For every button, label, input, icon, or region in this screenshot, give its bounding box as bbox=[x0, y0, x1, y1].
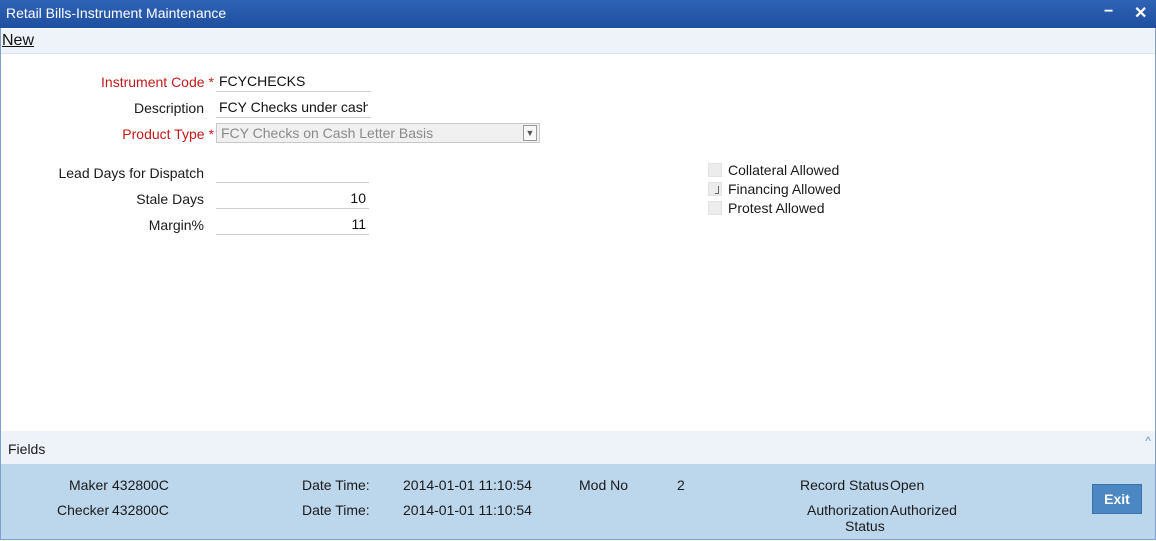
protest-allowed-label: Protest Allowed bbox=[728, 200, 825, 216]
mod-no-label: Mod No bbox=[579, 477, 629, 493]
maker-value: 432800C bbox=[112, 477, 169, 493]
exit-button[interactable]: Exit bbox=[1092, 484, 1142, 514]
financing-allowed-label: Financing Allowed bbox=[728, 181, 841, 197]
chevron-up-icon[interactable]: ^ bbox=[1145, 434, 1151, 448]
menu-bar: New bbox=[1, 29, 1155, 54]
lead-days-input[interactable] bbox=[216, 161, 369, 183]
product-type-label-text: Product Type bbox=[122, 126, 205, 142]
new-link[interactable]: New bbox=[2, 32, 34, 50]
window-title: Retail Bills-Instrument Maintenance bbox=[6, 5, 227, 21]
lead-days-label: Lead Days for Dispatch bbox=[58, 165, 204, 181]
product-type-select[interactable]: FCY Checks on Cash Letter Basis ▼ bbox=[216, 123, 540, 143]
required-star: * bbox=[208, 74, 214, 90]
collateral-allowed-checkbox[interactable] bbox=[708, 163, 722, 177]
checker-datetime-value: 2014-01-01 11:10:54 bbox=[403, 502, 532, 518]
checker-datetime-label: Date Time: bbox=[302, 502, 370, 518]
audit-panel: Maker 432800C Checker 432800C Date Time:… bbox=[1, 464, 1155, 539]
checker-label: Checker bbox=[57, 502, 110, 518]
instrument-code-label: Instrument Code * bbox=[60, 74, 214, 90]
financing-allowed-checkbox[interactable] bbox=[708, 182, 722, 196]
maker-datetime-value: 2014-01-01 11:10:54 bbox=[403, 477, 532, 493]
checker-value: 432800C bbox=[112, 502, 169, 518]
margin-input[interactable] bbox=[216, 213, 369, 235]
record-status-value: Open bbox=[890, 477, 925, 493]
protest-allowed-checkbox[interactable] bbox=[708, 201, 722, 215]
product-type-value: FCY Checks on Cash Letter Basis bbox=[221, 125, 434, 141]
close-icon[interactable]: ✕ bbox=[1134, 3, 1147, 23]
minimize-icon[interactable]: − bbox=[1104, 3, 1113, 21]
maker-label: Maker bbox=[69, 477, 108, 493]
description-input[interactable] bbox=[216, 96, 371, 118]
collateral-allowed-label: Collateral Allowed bbox=[728, 162, 840, 178]
mod-no-value: 2 bbox=[677, 477, 685, 493]
stale-days-label: Stale Days bbox=[136, 191, 204, 207]
product-type-label: Product Type * bbox=[60, 126, 214, 142]
description-label: Description bbox=[133, 100, 204, 116]
stale-days-input[interactable] bbox=[216, 187, 369, 209]
authorization-status-label-2: Status bbox=[845, 518, 885, 534]
record-status-label: Record Status bbox=[800, 477, 889, 493]
instrument-code-label-text: Instrument Code bbox=[101, 74, 205, 90]
required-star: * bbox=[208, 126, 214, 142]
fields-section[interactable]: Fields ^ bbox=[1, 431, 1155, 464]
authorization-status-label: Authorization bbox=[807, 502, 889, 518]
title-bar: Retail Bills-Instrument Maintenance − ✕ bbox=[0, 0, 1156, 28]
margin-label: Margin% bbox=[148, 217, 204, 233]
chevron-down-icon[interactable]: ▼ bbox=[523, 125, 537, 141]
instrument-code-input[interactable] bbox=[216, 70, 371, 92]
authorization-status-value: Authorized bbox=[890, 502, 957, 518]
maker-datetime-label: Date Time: bbox=[302, 477, 370, 493]
fields-label: Fields bbox=[8, 441, 46, 457]
